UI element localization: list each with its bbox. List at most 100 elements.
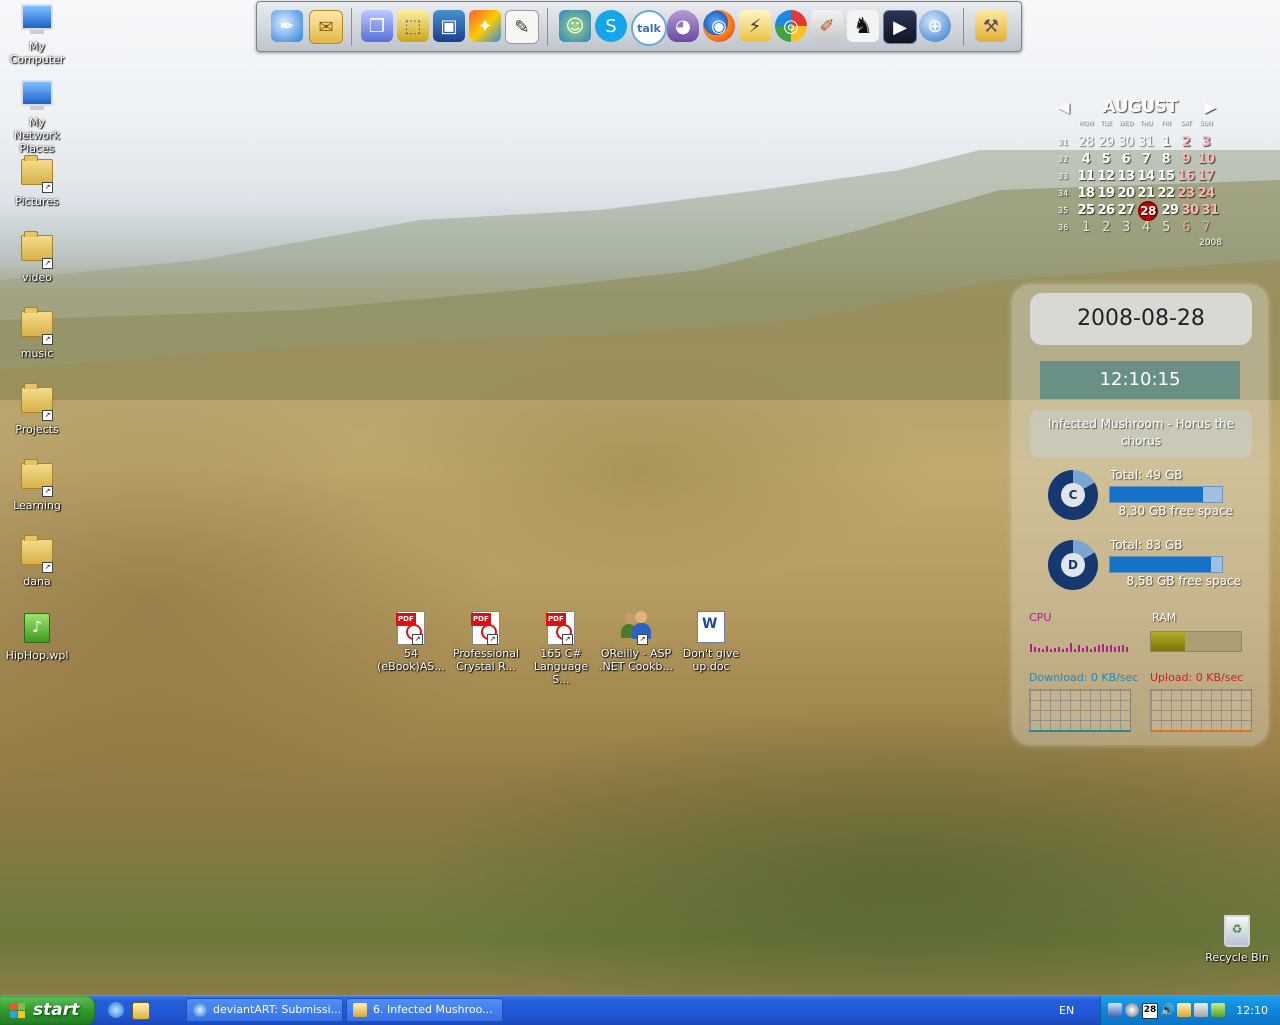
desktop-icon-hiphop-playlist[interactable]: ♪ HipHop.wpl: [0, 611, 74, 662]
winamp-icon[interactable]: ⚡: [739, 10, 771, 42]
desktop-icon-learning[interactable]: ↗ Learning: [0, 457, 74, 512]
calendar-day[interactable]: 30: [1116, 135, 1136, 150]
calendar-day[interactable]: 16: [1176, 169, 1196, 184]
calendar-day[interactable]: 13: [1116, 169, 1136, 184]
desktop-icon-video[interactable]: ↗ video: [0, 229, 74, 284]
media-player-icon[interactable]: ▶: [883, 10, 917, 44]
calendar-day[interactable]: 7: [1136, 152, 1156, 167]
internet-explorer-icon[interactable]: [108, 1002, 124, 1018]
download-graph: [1029, 689, 1131, 732]
desktop-icon-projects[interactable]: ↗ Projects: [0, 381, 74, 436]
skype-icon[interactable]: S: [595, 10, 627, 42]
desktop-icon-label: dana: [23, 575, 51, 588]
quill-icon[interactable]: ✒: [271, 10, 303, 42]
file-label-line2: (eBook)AS...: [377, 660, 445, 673]
calendar-day[interactable]: 31: [1136, 135, 1156, 150]
tools-icon[interactable]: ⚒: [975, 10, 1007, 42]
desktop-file-professional-crystal[interactable]: PDF ↗ Professional Crystal R...: [449, 611, 523, 673]
pidgin-icon[interactable]: ◕: [667, 10, 699, 42]
selection-icon[interactable]: ⬚: [397, 10, 429, 42]
cpu-label: CPU: [1029, 611, 1052, 624]
cube-icon[interactable]: ❒: [361, 10, 393, 42]
calendar-day[interactable]: 31: [1200, 203, 1220, 218]
desktop-icon-recycle-bin[interactable]: ♻ Recycle Bin: [1200, 913, 1274, 964]
calendar-day[interactable]: 12: [1096, 169, 1116, 184]
desktop-icon-my-network-places[interactable]: My Network Places: [0, 78, 74, 155]
calendar-day[interactable]: 2: [1096, 220, 1116, 235]
taskbar-clock[interactable]: 12:10: [1236, 996, 1268, 1025]
calendar-day[interactable]: 1: [1076, 220, 1096, 235]
calendar-day[interactable]: 3: [1196, 135, 1216, 150]
firefox-icon[interactable]: ◉: [703, 10, 735, 42]
calendar-week-row: 32 4 5 6 7 8 9 10: [1058, 151, 1222, 168]
desktop-file-csharp-language[interactable]: PDF ↗ 165 C# Language S...: [524, 611, 598, 686]
calendar-day[interactable]: 4: [1136, 220, 1156, 235]
notepad-icon[interactable]: ✎: [505, 10, 539, 44]
volume-icon[interactable]: 🔊: [1160, 1003, 1175, 1017]
calendar-day[interactable]: 26: [1096, 203, 1116, 218]
messenger-icon[interactable]: ☺: [559, 10, 591, 42]
gtalk-icon[interactable]: talk: [631, 10, 667, 46]
calendar-day[interactable]: 11: [1076, 169, 1096, 184]
desktop-icon-dana[interactable]: ↗ dana: [0, 533, 74, 588]
horse-icon[interactable]: ♞: [847, 10, 879, 42]
desktop-icon-pictures[interactable]: ↗ Pictures: [0, 153, 74, 208]
calendar-day[interactable]: 10: [1196, 152, 1216, 167]
globe-icon[interactable]: ⊕: [919, 10, 951, 42]
calendar-day[interactable]: 18: [1076, 186, 1096, 201]
file-label-line2: up.doc: [692, 660, 730, 673]
calendar-day[interactable]: 9: [1176, 152, 1196, 167]
desktop-icon-music[interactable]: ↗ music: [0, 305, 74, 360]
calendar-day[interactable]: 6: [1116, 152, 1136, 167]
language-indicator[interactable]: EN: [1059, 996, 1074, 1025]
calendar-day[interactable]: 1: [1156, 135, 1176, 150]
calendar-day[interactable]: 5: [1096, 152, 1116, 167]
calendar-day[interactable]: 25: [1076, 203, 1096, 218]
calendar-day[interactable]: 14: [1136, 169, 1156, 184]
calendar-day[interactable]: 5: [1156, 220, 1176, 235]
calendar-day[interactable]: 15: [1156, 169, 1176, 184]
security-tray-icon[interactable]: [1125, 1003, 1139, 1017]
calendar-day[interactable]: 21: [1136, 186, 1156, 201]
file-label-line2: Crystal R...: [456, 660, 516, 673]
calendar-day[interactable]: 24: [1196, 186, 1216, 201]
upload-graph: [1150, 689, 1252, 732]
calendar-today[interactable]: 28: [1138, 200, 1158, 221]
calendar-tray-icon[interactable]: 28: [1142, 1003, 1158, 1019]
calendar-day[interactable]: 17: [1196, 169, 1216, 184]
calendar-day[interactable]: 3: [1116, 220, 1136, 235]
outlook-icon[interactable]: ✉: [309, 10, 343, 44]
calendar-day[interactable]: 22: [1156, 186, 1176, 201]
desktop-icon-my-computer[interactable]: My Computer: [0, 2, 74, 66]
calendar-day[interactable]: 29: [1160, 203, 1180, 218]
start-button[interactable]: start: [0, 996, 96, 1025]
calendar-day[interactable]: 20: [1116, 186, 1136, 201]
show-desktop-icon[interactable]: [132, 1002, 150, 1020]
calendar-day[interactable]: 4: [1076, 152, 1096, 167]
desktop-file-oreilly-asp[interactable]: ↗ OReilly - ASP .NET Cookb...: [599, 611, 673, 673]
calendar-day[interactable]: 28: [1076, 135, 1096, 150]
safely-remove-hardware-icon[interactable]: [1211, 1003, 1225, 1017]
calendar-day[interactable]: 8: [1156, 152, 1176, 167]
desktop-file-ebook-as[interactable]: PDF ↗ 54 (eBook)AS...: [374, 611, 448, 673]
monitor-icon[interactable]: ▣: [433, 10, 465, 42]
calendar-day[interactable]: 29: [1096, 135, 1116, 150]
network-tray-icon[interactable]: [1108, 1003, 1122, 1017]
puzzle-icon[interactable]: ✦: [469, 10, 501, 42]
calendar-day[interactable]: 6: [1176, 220, 1196, 235]
task-deviantart[interactable]: deviantART: Submissi...: [186, 998, 343, 1022]
picasa-icon[interactable]: ◎: [775, 10, 807, 42]
paint-icon[interactable]: ✐: [811, 10, 843, 42]
desktop-icon-label: Pictures: [15, 195, 59, 208]
antivirus-tray-icon[interactable]: [1194, 1003, 1208, 1017]
winamp-tray-icon[interactable]: [1177, 1003, 1191, 1017]
calendar-day[interactable]: 30: [1180, 203, 1200, 218]
task-winamp[interactable]: 6. Infected Mushroo...: [346, 998, 503, 1022]
calendar-day[interactable]: 23: [1176, 186, 1196, 201]
calendar-day[interactable]: 7: [1196, 220, 1216, 235]
desktop-file-dont-give-up-doc[interactable]: W Don't give up.doc: [674, 611, 748, 673]
calendar-day[interactable]: 19: [1096, 186, 1116, 201]
drive-c-usage: C Total: 49 GB 8,30 GB free space: [1048, 468, 1263, 524]
calendar-day[interactable]: 2: [1176, 135, 1196, 150]
calendar-day[interactable]: 27: [1116, 203, 1136, 218]
